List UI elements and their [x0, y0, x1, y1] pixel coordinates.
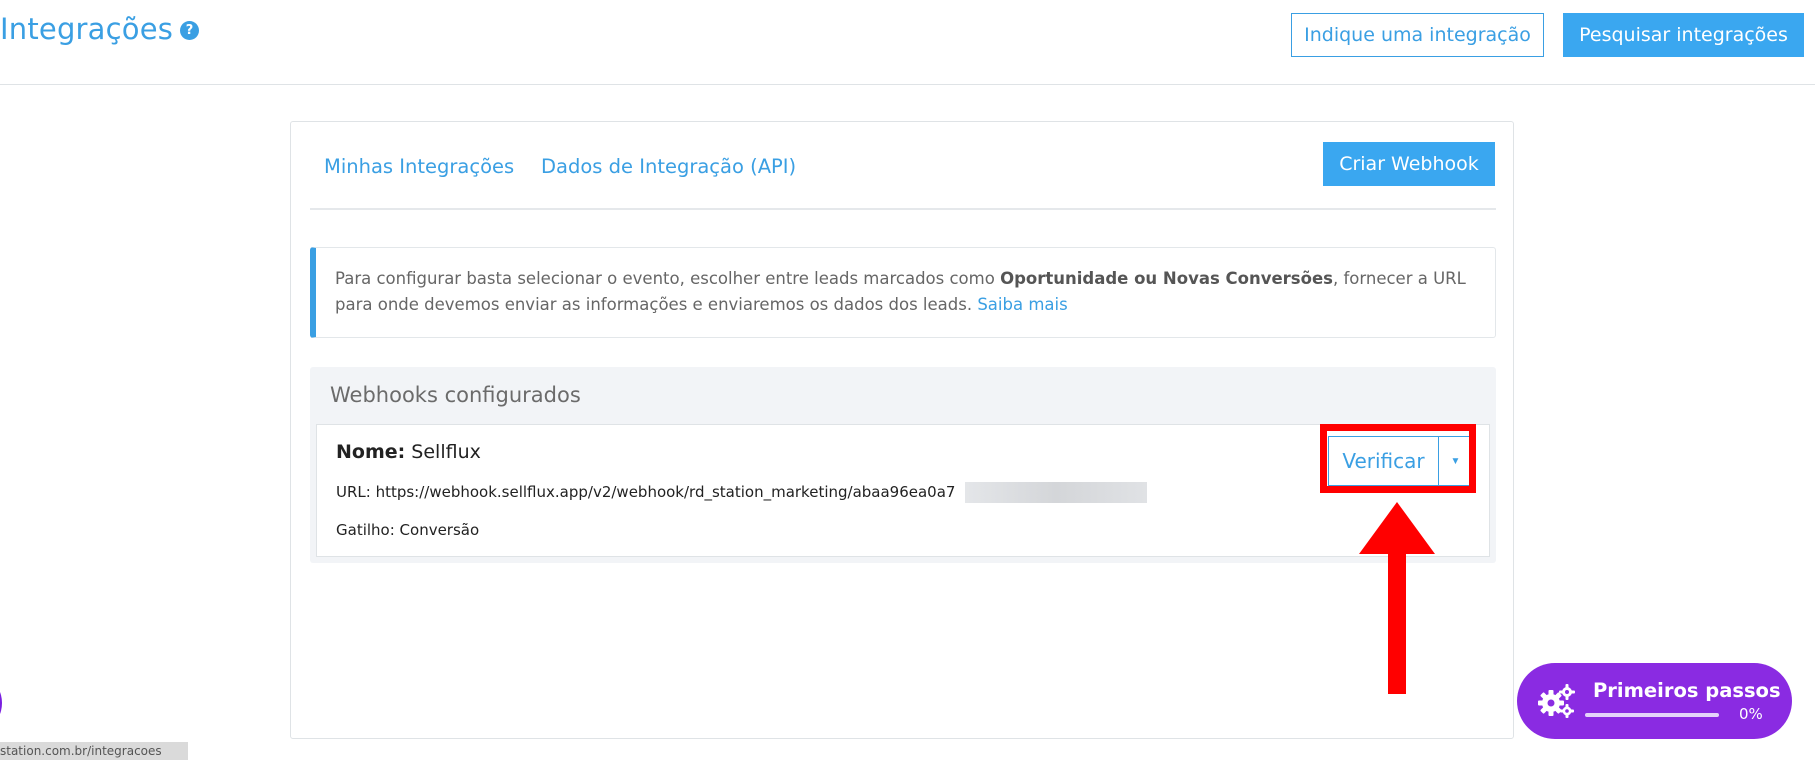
- search-integrations-button[interactable]: Pesquisar integrações: [1563, 13, 1804, 57]
- tab-integration-data-api[interactable]: Dados de Integração (API): [541, 155, 796, 178]
- side-widget-edge[interactable]: [0, 683, 2, 723]
- webhook-trigger: Gatilho: Conversão: [336, 521, 480, 539]
- gears-icon: [1538, 684, 1575, 718]
- caret-down-icon[interactable]: ▼: [1440, 437, 1471, 485]
- learn-more-link[interactable]: Saiba mais: [977, 295, 1067, 314]
- onboarding-label: Primeiros passos: [1593, 679, 1781, 702]
- info-text-bold: Oportunidade ou Novas Conversões: [1000, 269, 1333, 288]
- info-text: Para configurar basta selecionar o event…: [335, 266, 1485, 318]
- annotation-arrow-up-icon: [1359, 502, 1435, 694]
- webhook-item: Nome: Sellflux URL: https://webhook.sell…: [316, 424, 1490, 557]
- verify-button[interactable]: Verificar: [1329, 437, 1439, 485]
- webhooks-panel-title: Webhooks configurados: [330, 383, 581, 407]
- create-webhook-button[interactable]: Criar Webhook: [1323, 142, 1495, 186]
- onboarding-widget[interactable]: Primeiros passos 0%: [1517, 663, 1792, 739]
- page-title: Integrações: [0, 12, 174, 46]
- verify-button-group: Verificar ▼: [1328, 436, 1472, 486]
- page-header: Integrações ? Indique uma integração Pes…: [0, 0, 1815, 85]
- webhook-name-value: Sellflux: [411, 441, 481, 463]
- integrations-card: Minhas Integrações Dados de Integração (…: [290, 121, 1514, 739]
- webhook-name-label: Nome:: [336, 441, 406, 463]
- onboarding-progress-bar: [1585, 713, 1719, 717]
- status-bar-url: station.com.br/integracoes: [0, 742, 188, 760]
- onboarding-progress-percent: 0%: [1739, 705, 1763, 723]
- help-icon[interactable]: ?: [180, 21, 199, 40]
- tabs-divider: [310, 208, 1496, 210]
- webhook-name: Nome: Sellflux: [336, 441, 481, 463]
- suggest-integration-button[interactable]: Indique uma integração: [1291, 13, 1544, 57]
- info-alert: Para configurar basta selecionar o event…: [310, 247, 1496, 338]
- tab-my-integrations[interactable]: Minhas Integrações: [324, 155, 514, 178]
- webhooks-panel: Webhooks configurados Nome: Sellflux URL…: [310, 367, 1496, 563]
- url-redaction-mask: [965, 482, 1147, 503]
- info-text-start: Para configurar basta selecionar o event…: [335, 269, 1001, 288]
- webhook-url: URL: https://webhook.sellflux.app/v2/web…: [336, 483, 956, 501]
